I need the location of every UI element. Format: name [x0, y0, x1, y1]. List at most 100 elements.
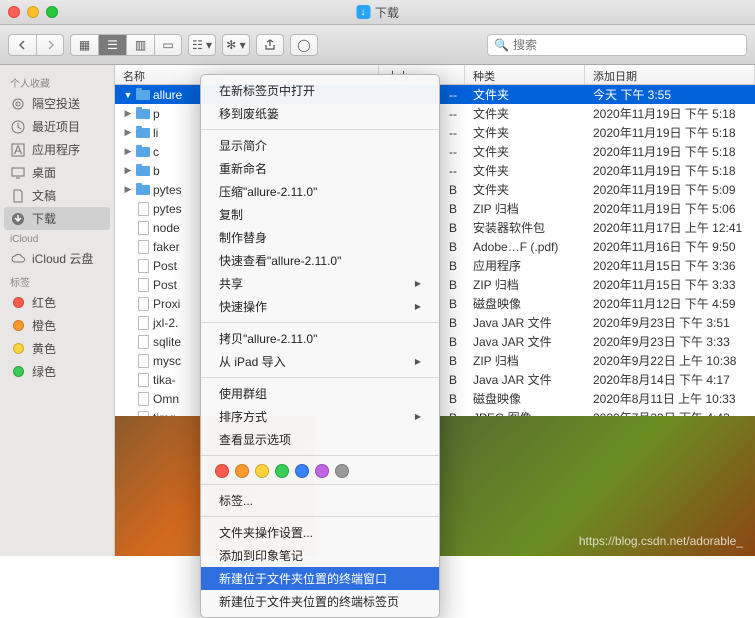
- disclosure-icon[interactable]: ▼: [123, 90, 133, 100]
- file-kind: 磁盘映像: [465, 390, 585, 407]
- sidebar-item[interactable]: iCloud 云盘: [0, 247, 114, 270]
- tag-color[interactable]: [235, 464, 249, 478]
- search-field[interactable]: 🔍: [487, 34, 747, 56]
- context-menu-item[interactable]: 新建位于文件夹位置的终端标签页: [201, 590, 439, 613]
- sidebar-section-header: 标签: [0, 270, 114, 291]
- sidebar-item[interactable]: 隔空投送: [0, 92, 114, 115]
- share-button[interactable]: [256, 34, 284, 56]
- context-menu-item[interactable]: 共享: [201, 272, 439, 295]
- folder-icon: [136, 88, 150, 102]
- context-menu-item[interactable]: 查看显示选项: [201, 428, 439, 451]
- file-date: 今天 下午 3:55: [585, 86, 755, 103]
- disclosure-icon[interactable]: ▶: [123, 184, 133, 195]
- sidebar-item[interactable]: 下载: [4, 207, 110, 230]
- sidebar-item[interactable]: 最近项目: [0, 115, 114, 138]
- context-menu-item[interactable]: 从 iPad 导入: [201, 350, 439, 373]
- tag-icon: [10, 318, 26, 334]
- tag-color[interactable]: [295, 464, 309, 478]
- context-menu-item[interactable]: 排序方式: [201, 405, 439, 428]
- context-menu-item[interactable]: 在新标签页中打开: [201, 79, 439, 102]
- sidebar-item[interactable]: 桌面: [0, 161, 114, 184]
- file-kind: 磁盘映像: [465, 295, 585, 312]
- folder-icon: [136, 145, 150, 159]
- tag-color[interactable]: [315, 464, 329, 478]
- col-date[interactable]: 添加日期: [585, 65, 755, 84]
- context-menu-item[interactable]: 新建位于文件夹位置的终端窗口: [201, 567, 439, 590]
- minimize-button[interactable]: [27, 6, 39, 18]
- context-tags-row: [201, 460, 439, 480]
- context-menu-item[interactable]: 标签...: [201, 489, 439, 512]
- doc-icon: [136, 202, 150, 216]
- tag-color[interactable]: [335, 464, 349, 478]
- file-kind: 文件夹: [465, 181, 585, 198]
- search-icon: 🔍: [494, 38, 509, 52]
- tag-icon: [10, 295, 26, 311]
- cloud-icon: [10, 251, 26, 267]
- disclosure-icon[interactable]: ▶: [123, 127, 133, 138]
- arrange-button[interactable]: ☷ ▾: [188, 34, 216, 56]
- file-date: 2020年9月23日 下午 3:33: [585, 333, 755, 350]
- file-name: pytes: [153, 183, 182, 197]
- file-date: 2020年11月19日 下午 5:18: [585, 143, 755, 160]
- close-button[interactable]: [8, 6, 20, 18]
- context-menu-item[interactable]: 快速操作: [201, 295, 439, 318]
- context-menu-item[interactable]: 拷贝"allure-2.11.0": [201, 327, 439, 350]
- list-view-button[interactable]: ☰: [98, 34, 126, 56]
- sidebar-label: 应用程序: [32, 141, 80, 158]
- context-menu-item[interactable]: 使用群组: [201, 382, 439, 405]
- sidebar-label: 桌面: [32, 164, 56, 181]
- disclosure-icon[interactable]: ▶: [123, 108, 133, 119]
- back-button[interactable]: [8, 34, 36, 56]
- zoom-button[interactable]: [46, 6, 58, 18]
- tag-color[interactable]: [215, 464, 229, 478]
- search-input[interactable]: [513, 38, 740, 52]
- context-menu-item[interactable]: 复制: [201, 203, 439, 226]
- sidebar-item[interactable]: 红色: [0, 291, 114, 314]
- sidebar-item[interactable]: 文稿: [0, 184, 114, 207]
- file-name: pytes: [153, 202, 182, 216]
- tag-color[interactable]: [255, 464, 269, 478]
- file-name: allure: [153, 88, 182, 102]
- file-date: 2020年11月19日 下午 5:18: [585, 124, 755, 141]
- sidebar-item[interactable]: 黄色: [0, 337, 114, 360]
- context-menu-item[interactable]: 重新命名: [201, 157, 439, 180]
- tags-button[interactable]: ◯: [290, 34, 318, 56]
- doc-icon: [136, 316, 150, 330]
- file-date: 2020年11月19日 下午 5:06: [585, 200, 755, 217]
- doc-icon: [136, 392, 150, 406]
- tag-color[interactable]: [275, 464, 289, 478]
- toolbar: ▦ ☰ ▥ ▭ ☷ ▾ ✻ ▾ ◯ 🔍: [0, 25, 755, 65]
- context-menu-item[interactable]: 移到废纸篓: [201, 102, 439, 125]
- context-menu-item[interactable]: 显示简介: [201, 134, 439, 157]
- context-menu-item[interactable]: 压缩"allure-2.11.0": [201, 180, 439, 203]
- context-menu-item[interactable]: 快速查看"allure-2.11.0": [201, 249, 439, 272]
- col-kind[interactable]: 种类: [465, 65, 585, 84]
- icon-view-button[interactable]: ▦: [70, 34, 98, 56]
- nav-buttons: [8, 34, 64, 56]
- downloads-icon: [10, 211, 26, 227]
- file-kind: 文件夹: [465, 143, 585, 160]
- sidebar-label: 文稿: [32, 187, 56, 204]
- column-view-button[interactable]: ▥: [126, 34, 154, 56]
- file-name: tika-: [153, 373, 176, 387]
- file-date: 2020年11月15日 下午 3:36: [585, 257, 755, 274]
- disclosure-icon[interactable]: ▶: [123, 146, 133, 157]
- file-kind: 文件夹: [465, 105, 585, 122]
- documents-icon: [10, 188, 26, 204]
- doc-icon: [136, 373, 150, 387]
- sidebar-item[interactable]: 橙色: [0, 314, 114, 337]
- file-date: 2020年11月12日 下午 4:59: [585, 295, 755, 312]
- action-button[interactable]: ✻ ▾: [222, 34, 250, 56]
- sidebar-label: iCloud 云盘: [32, 250, 93, 267]
- sidebar-item[interactable]: A 应用程序: [0, 138, 114, 161]
- sidebar-label: 隔空投送: [32, 95, 80, 112]
- svg-text:A: A: [14, 143, 22, 157]
- forward-button[interactable]: [36, 34, 64, 56]
- context-menu-item[interactable]: 制作替身: [201, 226, 439, 249]
- sidebar-item[interactable]: 绿色: [0, 360, 114, 383]
- context-menu-item[interactable]: 文件夹操作设置...: [201, 521, 439, 544]
- folder-icon: [136, 164, 150, 178]
- disclosure-icon[interactable]: ▶: [123, 165, 133, 176]
- file-date: 2020年11月19日 下午 5:09: [585, 181, 755, 198]
- gallery-view-button[interactable]: ▭: [154, 34, 182, 56]
